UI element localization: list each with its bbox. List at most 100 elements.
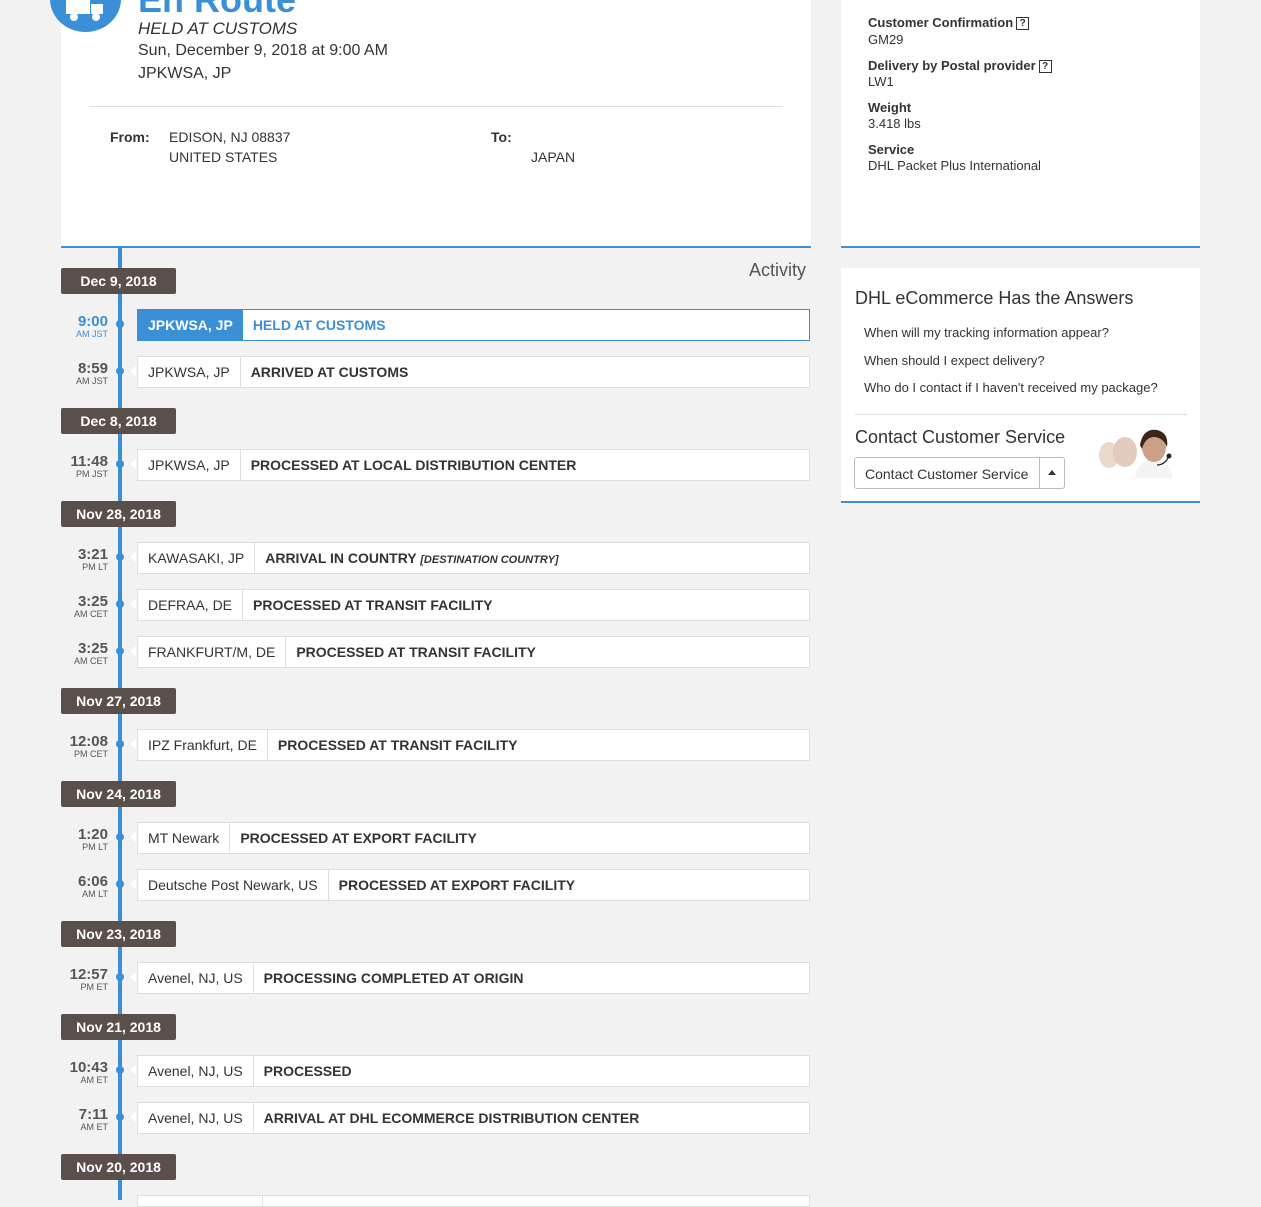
event-time: 11:48 PM JST [61, 454, 108, 479]
status-title: En Route [138, 0, 296, 20]
timeline-dot [116, 647, 124, 655]
event-row: FRANKFURT/M, DE PROCESSED AT TRANSIT FACI… [137, 636, 810, 668]
event-location: FRANKFURT/M, DE [138, 637, 287, 667]
activity-title: Activity [749, 260, 807, 280]
date-badge: Dec 9, 2018 [61, 268, 176, 294]
event-location: MT Newark [138, 823, 231, 853]
event-location: Avenel, NJ, US [138, 1056, 254, 1086]
event-pointer [130, 1112, 136, 1122]
dropdown-toggle-button[interactable] [1039, 457, 1065, 489]
date-badge: Nov 23, 2018 [61, 921, 176, 947]
faq-link-not-received[interactable]: Who do I contact if I haven't received m… [864, 380, 1158, 395]
event-description: PROCESSED AT EXPORT FACILITY [338, 877, 576, 893]
event-timezone: AM JST [75, 376, 108, 386]
faq-link-tracking-info[interactable]: When will my tracking information appear… [864, 325, 1109, 340]
event-description: ARRIVED AT CUSTOMS [250, 364, 409, 380]
status-subtitle: HELD AT CUSTOMS [138, 19, 298, 38]
event-pointer [130, 646, 136, 656]
event-location: JPKWSA, JP [138, 357, 241, 387]
event-timezone: AM ET [80, 1075, 108, 1085]
faq-title: DHL eCommerce Has the Answers [855, 288, 1134, 308]
event-location: Deutsche Post Newark, US [138, 870, 329, 900]
event-row-active[interactable]: JPKWSA, JP HELD AT CUSTOMS [137, 309, 810, 341]
to-address-line2: JAPAN [531, 149, 576, 165]
event-row: JPKWSA, JP ARRIVED AT CUSTOMS [137, 356, 810, 388]
event-description: PROCESSED AT TRANSIT FACILITY [253, 597, 493, 613]
event-pointer [130, 599, 136, 609]
timeline-dot [116, 1066, 124, 1074]
date-badge: Dec 8, 2018 [61, 408, 176, 434]
event-timezone: PM CET [73, 749, 108, 759]
timeline-dot [116, 600, 124, 608]
from-address-line2: UNITED STATES [169, 149, 278, 165]
event-time: 3:25 AM CET [61, 594, 108, 619]
event-pointer [130, 552, 136, 562]
event-description: PROCESSED AT EXPORT FACILITY [240, 830, 477, 846]
postal-provider-label: Delivery by Postal provider? [868, 58, 1052, 73]
event-row: DEFRAA, DE PROCESSED AT TRANSIT FACILITY [137, 589, 810, 621]
event-description: ARRIVAL IN COUNTRY [DESTINATION COUNTRY] [265, 550, 559, 566]
event-description: PROCESSED [263, 1063, 352, 1079]
timeline-dot [116, 833, 124, 841]
truck-icon [66, 0, 103, 21]
help-icon[interactable]: ? [1038, 60, 1052, 73]
weight-value: 3.418 lbs [868, 116, 921, 131]
event-row: JPKWSA, JP PROCESSED AT LOCAL DISTRIBUTIO… [137, 449, 810, 481]
event-row: Avenel, NJ, US ARRIVAL AT DHL ECOMMERCE D… [137, 1102, 810, 1134]
divider [855, 414, 1187, 415]
status-date: Sun, December 9, 2018 at 9:00 AM [138, 42, 388, 59]
event-timezone: AM LT [82, 889, 108, 899]
event-pointer [130, 832, 136, 842]
event-time: 12:57 PM ET [61, 967, 108, 992]
date-badge: Nov 24, 2018 [61, 781, 176, 807]
event-row: Avenel, NJ, US PROCESSED [137, 1055, 810, 1087]
event-row-partial [137, 1195, 810, 1207]
date-badge: Nov 21, 2018 [61, 1014, 176, 1040]
timeline-line [118, 246, 122, 1200]
customer-confirmation-value: GM29 [868, 32, 904, 47]
contact-customer-service-button[interactable]: Contact Customer Service [854, 457, 1040, 489]
event-description: PROCESSED AT TRANSIT FACILITY [277, 737, 518, 753]
event-timezone: PM ET [80, 982, 108, 992]
event-time: 12:08 PM CET [61, 734, 108, 759]
event-timezone: AM ET [80, 1122, 108, 1132]
status-location: JPKWSA, JP [138, 65, 232, 82]
weight-label: Weight [868, 100, 912, 115]
help-icon[interactable]: ? [1016, 17, 1030, 30]
timeline-dot [116, 367, 124, 375]
faq-link-expect-delivery[interactable]: When should I expect delivery? [864, 353, 1045, 368]
event-time: 7:11 AM ET [61, 1107, 108, 1132]
event-time: 9:00 AM JST [61, 314, 108, 339]
event-location: JPKWSA, JP [138, 310, 243, 340]
timeline-dot [116, 1113, 124, 1121]
event-timezone: AM CET [73, 656, 108, 666]
event-location: IPZ Frankfurt, DE [138, 730, 268, 760]
event-pointer [130, 459, 136, 469]
date-badge: Nov 27, 2018 [61, 688, 176, 714]
event-time: 8:59 AM JST [61, 361, 108, 386]
event-location: JPKWSA, JP [138, 450, 241, 480]
event-description: ARRIVAL AT DHL ECOMMERCE DISTRIBUTION CE… [263, 1110, 640, 1126]
service-value: DHL Packet Plus International [868, 158, 1041, 173]
customer-service-agent-image [1087, 425, 1187, 478]
service-label: Service [868, 142, 915, 157]
event-description: PROCESSED AT LOCAL DISTRIBUTION CENTER [250, 457, 577, 473]
to-label: To: [491, 129, 512, 145]
timeline-dot [116, 320, 124, 328]
event-time: 6:06 AM LT [61, 874, 108, 899]
postal-provider-value: LW1 [868, 74, 894, 89]
event-pointer [130, 1065, 136, 1075]
event-time: 3:25 AM CET [61, 641, 108, 666]
event-row: KAWASAKI, JP ARRIVAL IN COUNTRY [DESTINAT… [137, 542, 810, 574]
event-timezone: PM LT [82, 842, 108, 852]
event-description: HELD AT CUSTOMS [252, 317, 386, 333]
event-row: Deutsche Post Newark, US PROCESSED AT EXP… [137, 869, 810, 901]
timeline-dot [116, 880, 124, 888]
event-location: Avenel, NJ, US [138, 963, 254, 993]
event-note: [DESTINATION COUNTRY] [420, 554, 559, 566]
event-row: MT Newark PROCESSED AT EXPORT FACILITY [137, 822, 810, 854]
event-timezone: PM LT [82, 562, 108, 572]
event-location [138, 1196, 263, 1206]
event-time: 3:21 PM LT [61, 547, 108, 572]
timeline-dot [116, 740, 124, 748]
